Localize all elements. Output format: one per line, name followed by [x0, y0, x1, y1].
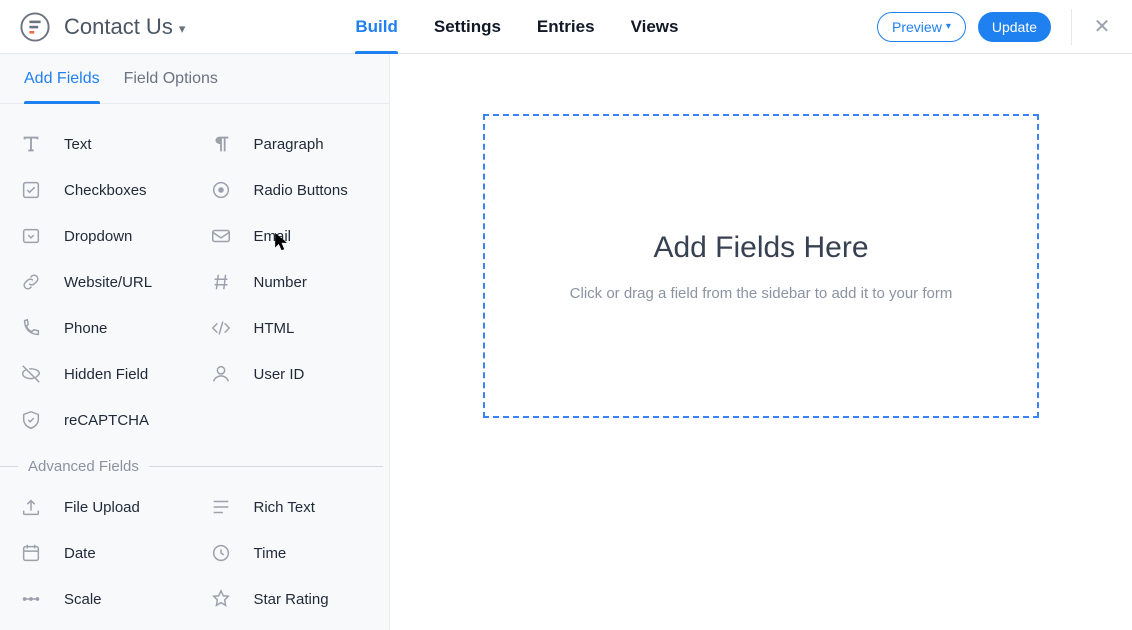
drop-subtext: Click or drag a field from the sidebar t… — [570, 285, 953, 302]
field-time[interactable]: Time — [200, 531, 384, 575]
hidden-icon — [16, 359, 46, 389]
advanced-fields-grid: File Upload Rich Text Date Time Scale — [10, 485, 383, 621]
sidebar-scroll[interactable]: Text Paragraph Checkboxes Radio Buttons — [0, 104, 389, 630]
richtext-icon — [206, 492, 236, 522]
field-url[interactable]: Website/URL — [10, 260, 194, 304]
drop-heading: Add Fields Here — [653, 231, 868, 265]
caret-down-icon: ▾ — [946, 21, 951, 32]
field-label: Date — [64, 545, 96, 562]
field-phone[interactable]: Phone — [10, 306, 194, 350]
close-icon: ✕ — [1094, 14, 1111, 39]
field-label: Hidden Field — [64, 366, 148, 383]
star-icon — [206, 584, 236, 614]
field-rich-text[interactable]: Rich Text — [200, 485, 384, 529]
app-logo-icon — [18, 10, 52, 44]
update-button[interactable]: Update — [978, 12, 1051, 42]
field-paragraph[interactable]: Paragraph — [200, 122, 384, 166]
field-label: User ID — [254, 366, 305, 383]
text-icon — [16, 129, 46, 159]
close-button[interactable]: ✕ — [1088, 13, 1116, 41]
scale-icon — [16, 584, 46, 614]
field-text[interactable]: Text — [10, 122, 194, 166]
field-label: Email — [254, 228, 292, 245]
link-icon — [16, 267, 46, 297]
top-tabs: Build Settings Entries Views — [355, 0, 678, 53]
phone-icon — [16, 313, 46, 343]
top-right-actions: Preview ▾ Update ✕ — [877, 9, 1116, 45]
field-label: Number — [254, 274, 307, 291]
shield-check-icon — [16, 405, 46, 435]
basic-fields-grid: Text Paragraph Checkboxes Radio Buttons — [10, 122, 383, 442]
form-title-dropdown[interactable]: Contact Us ▾ — [64, 14, 185, 40]
calendar-icon — [16, 538, 46, 568]
tab-settings[interactable]: Settings — [434, 0, 501, 53]
field-scale[interactable]: Scale — [10, 577, 194, 621]
tab-entries[interactable]: Entries — [537, 0, 595, 53]
field-label: Dropdown — [64, 228, 132, 245]
field-recaptcha[interactable]: reCAPTCHA — [10, 398, 194, 442]
preview-button[interactable]: Preview ▾ — [877, 12, 966, 42]
field-label: Scale — [64, 591, 102, 608]
field-userid[interactable]: User ID — [200, 352, 384, 396]
field-star-rating[interactable]: Star Rating — [200, 577, 384, 621]
radio-icon — [206, 175, 236, 205]
html-icon — [206, 313, 236, 343]
field-label: Website/URL — [64, 274, 152, 291]
canvas: Add Fields Here Click or drag a field fr… — [390, 54, 1132, 630]
checkbox-icon — [16, 175, 46, 205]
field-label: Time — [254, 545, 287, 562]
field-label: Phone — [64, 320, 107, 337]
number-icon — [206, 267, 236, 297]
field-checkboxes[interactable]: Checkboxes — [10, 168, 194, 212]
field-hidden[interactable]: Hidden Field — [10, 352, 194, 396]
tab-views[interactable]: Views — [631, 0, 679, 53]
field-label: File Upload — [64, 499, 140, 516]
field-label: HTML — [254, 320, 295, 337]
email-icon — [206, 221, 236, 251]
chevron-down-icon: ▾ — [179, 21, 186, 37]
field-label: Paragraph — [254, 136, 324, 153]
field-radio[interactable]: Radio Buttons — [200, 168, 384, 212]
tab-build[interactable]: Build — [355, 0, 398, 53]
user-icon — [206, 359, 236, 389]
sidebar-tab-field-options[interactable]: Field Options — [124, 68, 218, 103]
sidebar: Add Fields Field Options Text Paragraph … — [0, 54, 390, 630]
upload-icon — [16, 492, 46, 522]
advanced-fields-header: Advanced Fields — [0, 458, 383, 475]
dropdown-icon — [16, 221, 46, 251]
advanced-fields-label: Advanced Fields — [18, 458, 149, 475]
divider — [1071, 9, 1072, 45]
paragraph-icon — [206, 129, 236, 159]
field-date[interactable]: Date — [10, 531, 194, 575]
form-title-text: Contact Us — [64, 14, 173, 40]
sidebar-tabs: Add Fields Field Options — [0, 54, 389, 104]
clock-icon — [206, 538, 236, 568]
field-label: Text — [64, 136, 92, 153]
drop-zone[interactable]: Add Fields Here Click or drag a field fr… — [483, 114, 1039, 418]
sidebar-tab-add-fields[interactable]: Add Fields — [24, 68, 100, 103]
field-dropdown[interactable]: Dropdown — [10, 214, 194, 258]
top-bar: Contact Us ▾ Build Settings Entries View… — [0, 0, 1132, 54]
field-html[interactable]: HTML — [200, 306, 384, 350]
field-label: Rich Text — [254, 499, 315, 516]
app-body: Add Fields Field Options Text Paragraph … — [0, 54, 1132, 630]
field-label: Checkboxes — [64, 182, 147, 199]
field-email[interactable]: Email — [200, 214, 384, 258]
field-label: Star Rating — [254, 591, 329, 608]
field-file-upload[interactable]: File Upload — [10, 485, 194, 529]
field-number[interactable]: Number — [200, 260, 384, 304]
field-label: reCAPTCHA — [64, 412, 149, 429]
field-label: Radio Buttons — [254, 182, 348, 199]
